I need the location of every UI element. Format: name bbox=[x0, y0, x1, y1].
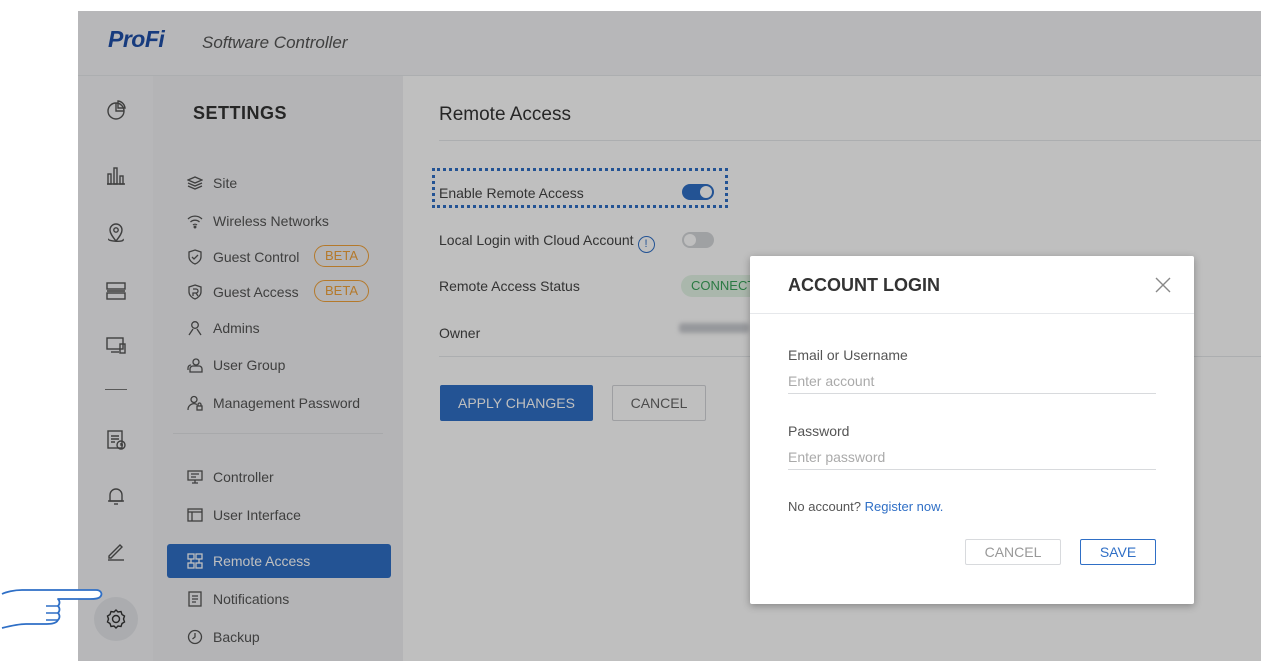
no-account-text: No account? Register now. bbox=[788, 499, 943, 514]
dialog-save-button[interactable]: SAVE bbox=[1080, 539, 1156, 565]
email-field[interactable] bbox=[788, 369, 1156, 394]
close-icon[interactable] bbox=[1154, 276, 1172, 294]
email-label: Email or Username bbox=[788, 347, 908, 363]
password-label: Password bbox=[788, 423, 850, 439]
dialog-divider bbox=[750, 313, 1194, 314]
register-link[interactable]: Register now. bbox=[865, 499, 944, 514]
password-field[interactable] bbox=[788, 445, 1156, 470]
pointing-hand-icon bbox=[1, 589, 103, 629]
no-account-label: No account? bbox=[788, 499, 861, 514]
account-login-dialog: ACCOUNT LOGIN Email or Username Password… bbox=[750, 256, 1194, 604]
dialog-title: ACCOUNT LOGIN bbox=[788, 275, 940, 295]
dialog-cancel-button[interactable]: CANCEL bbox=[965, 539, 1061, 565]
